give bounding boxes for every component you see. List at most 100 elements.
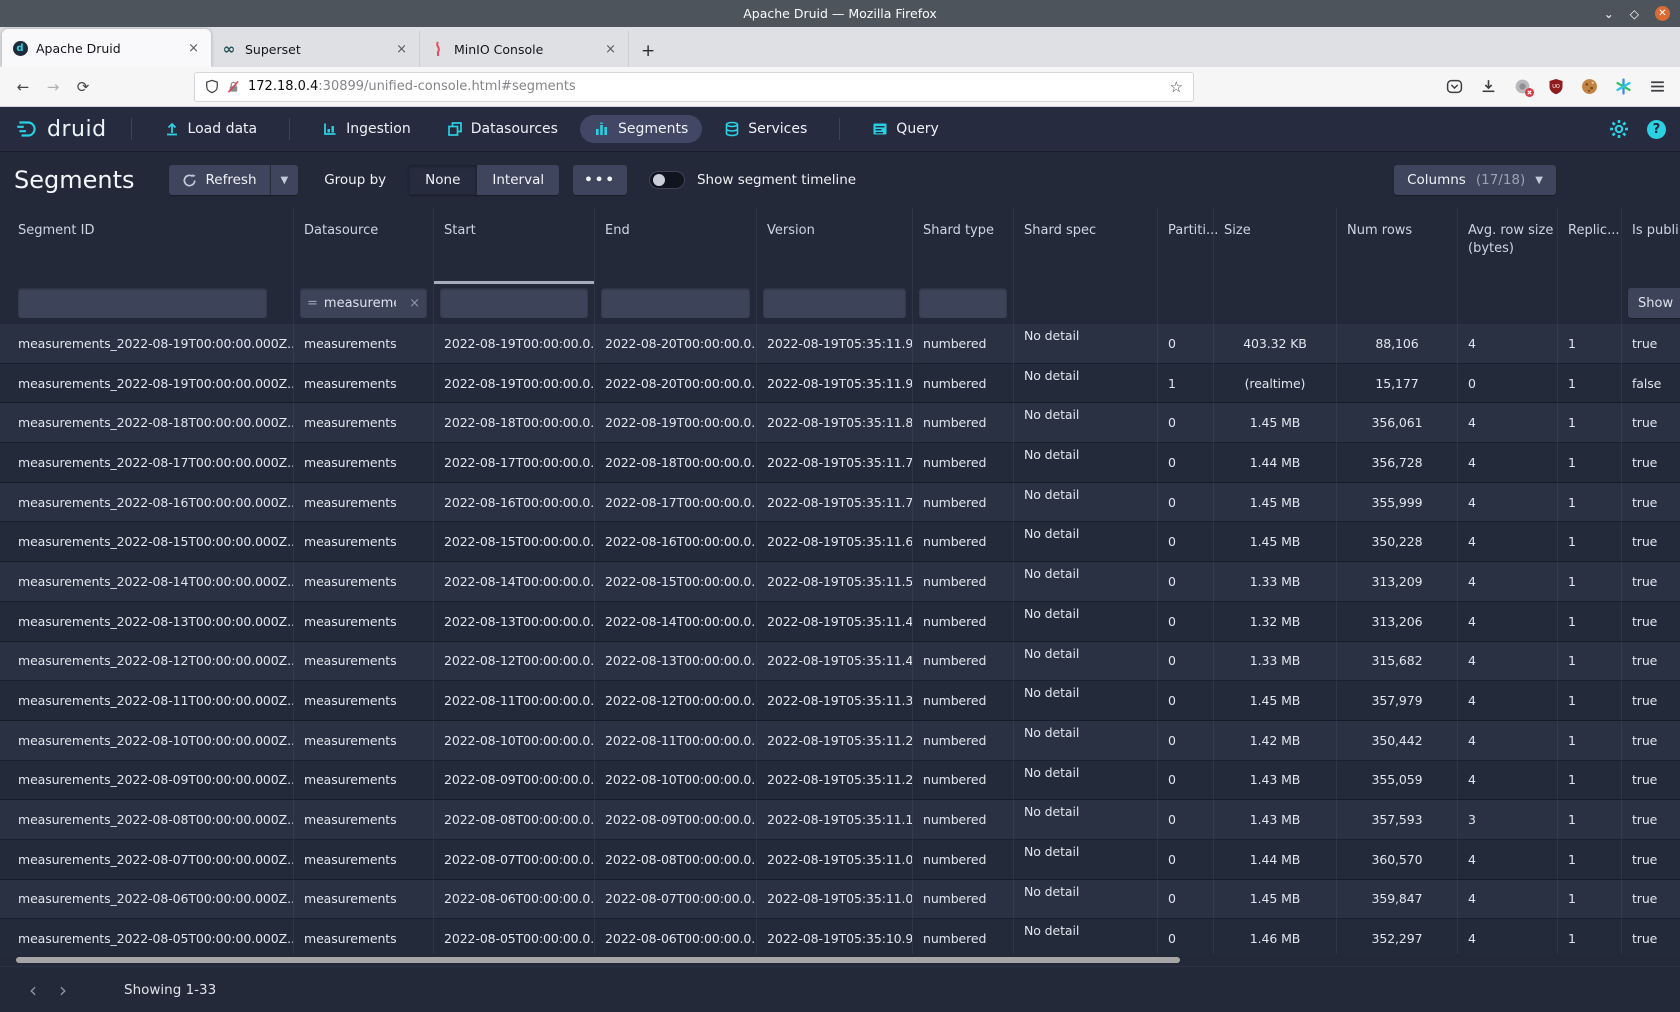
refresh-button[interactable]: Refresh <box>169 165 270 195</box>
cell-version[interactable]: 2022-08-19T05:35:11.0... <box>757 880 913 920</box>
cell-id[interactable]: measurements_2022-08-18T00:00:00.000Z... <box>0 403 294 443</box>
cell-num_rows[interactable]: 15,177 <box>1337 364 1458 404</box>
cell-id[interactable]: measurements_2022-08-15T00:00:00.000Z... <box>0 522 294 562</box>
cell-start[interactable]: 2022-08-18T00:00:00.0... <box>434 403 595 443</box>
cell-partition[interactable]: 0 <box>1158 721 1214 761</box>
cell-is_published[interactable]: true <box>1622 562 1680 602</box>
cell-version[interactable]: 2022-08-19T05:35:11.5... <box>757 562 913 602</box>
column-header-size[interactable]: Size <box>1214 208 1337 284</box>
cell-partition[interactable]: 0 <box>1158 403 1214 443</box>
cell-id[interactable]: measurements_2022-08-11T00:00:00.000Z... <box>0 681 294 721</box>
maximize-button[interactable]: ◇ <box>1630 8 1639 20</box>
cell-shard_type[interactable]: numbered <box>913 483 1014 523</box>
cell-version[interactable]: 2022-08-19T05:35:10.9... <box>757 919 913 954</box>
cell-avg_row_size[interactable]: 4 <box>1458 562 1558 602</box>
cell-avg_row_size[interactable]: 4 <box>1458 840 1558 880</box>
cell-replication[interactable]: 1 <box>1558 800 1622 840</box>
cell-size[interactable]: 1.45 MB <box>1214 681 1337 721</box>
cell-size[interactable]: 1.42 MB <box>1214 721 1337 761</box>
cell-end[interactable]: 2022-08-20T00:00:00.0... <box>595 364 757 404</box>
timeline-toggle[interactable] <box>649 171 685 189</box>
cell-version[interactable]: 2022-08-19T05:35:11.0... <box>757 840 913 880</box>
cell-replication[interactable]: 1 <box>1558 642 1622 682</box>
cell-end[interactable]: 2022-08-19T00:00:00.0... <box>595 403 757 443</box>
cell-datasource[interactable]: measurements <box>294 681 434 721</box>
cell-partition[interactable]: 0 <box>1158 642 1214 682</box>
cell-shard_spec[interactable]: No detail <box>1014 721 1158 761</box>
filter-input-end[interactable] <box>601 288 750 318</box>
cell-num_rows[interactable]: 313,209 <box>1337 562 1458 602</box>
cell-size[interactable]: 403.32 KB <box>1214 324 1337 364</box>
cell-end[interactable]: 2022-08-20T00:00:00.0... <box>595 324 757 364</box>
cell-partition[interactable]: 0 <box>1158 483 1214 523</box>
asterisk-icon[interactable] <box>1615 78 1632 95</box>
cell-start[interactable]: 2022-08-08T00:00:00.0... <box>434 800 595 840</box>
tab-close-icon[interactable]: × <box>184 41 203 56</box>
cell-datasource[interactable]: measurements <box>294 324 434 364</box>
cell-num_rows[interactable]: 357,593 <box>1337 800 1458 840</box>
cell-shard_spec[interactable]: No detail <box>1014 840 1158 880</box>
nav-item-datasources[interactable]: Datasources <box>433 115 572 143</box>
cell-start[interactable]: 2022-08-17T00:00:00.0... <box>434 443 595 483</box>
cell-partition[interactable]: 0 <box>1158 324 1214 364</box>
group-by-interval-button[interactable]: Interval <box>477 165 559 195</box>
filter-input-datasource[interactable]: =measureme× <box>300 288 427 318</box>
cell-datasource[interactable]: measurements <box>294 919 434 954</box>
cell-datasource[interactable]: measurements <box>294 522 434 562</box>
cell-size[interactable]: 1.43 MB <box>1214 761 1337 801</box>
cell-start[interactable]: 2022-08-15T00:00:00.0... <box>434 522 595 562</box>
reload-button[interactable]: ⟳ <box>68 78 98 96</box>
cell-datasource[interactable]: measurements <box>294 721 434 761</box>
cell-replication[interactable]: 1 <box>1558 602 1622 642</box>
cell-is_published[interactable]: true <box>1622 681 1680 721</box>
cell-version[interactable]: 2022-08-19T05:35:11.1... <box>757 800 913 840</box>
cell-replication[interactable]: 1 <box>1558 919 1622 954</box>
url-bar[interactable]: 172.18.0.4:30899/unified-console.html#se… <box>194 72 1194 102</box>
cell-replication[interactable]: 1 <box>1558 483 1622 523</box>
nav-item-services[interactable]: Services <box>710 115 821 143</box>
cell-shard_type[interactable]: numbered <box>913 443 1014 483</box>
cell-size[interactable]: 1.32 MB <box>1214 602 1337 642</box>
cell-start[interactable]: 2022-08-11T00:00:00.0... <box>434 681 595 721</box>
cell-id[interactable]: measurements_2022-08-14T00:00:00.000Z... <box>0 562 294 602</box>
cell-size[interactable]: (realtime) <box>1214 364 1337 404</box>
cell-num_rows[interactable]: 88,106 <box>1337 324 1458 364</box>
cell-replication[interactable]: 1 <box>1558 522 1622 562</box>
cell-start[interactable]: 2022-08-07T00:00:00.0... <box>434 840 595 880</box>
cell-end[interactable]: 2022-08-18T00:00:00.0... <box>595 443 757 483</box>
cell-is_published[interactable]: true <box>1622 324 1680 364</box>
column-header-start[interactable]: Start <box>434 208 595 284</box>
cell-size[interactable]: 1.43 MB <box>1214 800 1337 840</box>
cell-is_published[interactable]: true <box>1622 919 1680 954</box>
cell-num_rows[interactable]: 355,059 <box>1337 761 1458 801</box>
more-options-button[interactable]: ••• <box>573 165 627 195</box>
filter-input-start[interactable] <box>440 288 588 318</box>
column-header-shard_type[interactable]: Shard type <box>913 208 1014 284</box>
filter-input-shard_type[interactable] <box>919 288 1007 318</box>
cell-shard_type[interactable]: numbered <box>913 800 1014 840</box>
cell-start[interactable]: 2022-08-06T00:00:00.0... <box>434 880 595 920</box>
nav-item-segments[interactable]: Segments <box>580 115 702 143</box>
cell-end[interactable]: 2022-08-13T00:00:00.0... <box>595 642 757 682</box>
cell-id[interactable]: measurements_2022-08-06T00:00:00.000Z... <box>0 880 294 920</box>
back-button[interactable]: ← <box>8 78 38 96</box>
cell-num_rows[interactable]: 360,570 <box>1337 840 1458 880</box>
cell-shard_type[interactable]: numbered <box>913 522 1014 562</box>
cell-version[interactable]: 2022-08-19T05:35:11.4... <box>757 642 913 682</box>
extension-icon[interactable] <box>1514 78 1531 95</box>
cell-shard_type[interactable]: numbered <box>913 602 1014 642</box>
cell-size[interactable]: 1.45 MB <box>1214 522 1337 562</box>
cell-version[interactable]: 2022-08-19T05:35:11.6... <box>757 522 913 562</box>
cell-partition[interactable]: 0 <box>1158 602 1214 642</box>
cell-replication[interactable]: 1 <box>1558 443 1622 483</box>
cell-replication[interactable]: 1 <box>1558 403 1622 443</box>
cell-shard_type[interactable]: numbered <box>913 721 1014 761</box>
cell-shard_spec[interactable]: No detail <box>1014 800 1158 840</box>
cell-id[interactable]: measurements_2022-08-19T00:00:00.000Z... <box>0 364 294 404</box>
cell-is_published[interactable]: true <box>1622 721 1680 761</box>
cell-size[interactable]: 1.45 MB <box>1214 880 1337 920</box>
cell-replication[interactable]: 1 <box>1558 324 1622 364</box>
cell-replication[interactable]: 1 <box>1558 721 1622 761</box>
cell-end[interactable]: 2022-08-12T00:00:00.0... <box>595 681 757 721</box>
column-header-datasource[interactable]: Datasource <box>294 208 434 284</box>
